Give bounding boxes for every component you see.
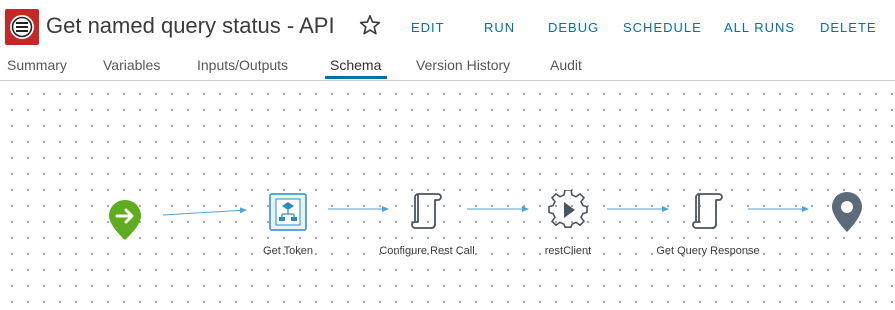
node-label-configure-rest-call: Configure Rest Call <box>379 245 475 257</box>
tab-bar: Summary Variables Inputs/Outputs Schema … <box>0 54 895 81</box>
scroll-icon <box>411 193 442 229</box>
schema-canvas[interactable]: Get Token Configure Rest Call restClient… <box>0 82 895 310</box>
end-node[interactable] <box>830 190 864 234</box>
schedule-button[interactable]: SCHEDULE <box>623 19 702 37</box>
edit-button[interactable]: EDIT <box>411 19 445 37</box>
gear-play-icon <box>548 189 588 228</box>
all-runs-button[interactable]: ALL RUNS <box>724 19 795 37</box>
start-node[interactable] <box>107 198 143 242</box>
tab-version-history[interactable]: Version History <box>416 56 510 74</box>
tab-inputs-outputs[interactable]: Inputs/Outputs <box>197 56 288 74</box>
location-pin-icon <box>832 192 862 232</box>
schema-connectors <box>162 206 809 216</box>
node-configure-rest-call[interactable] <box>408 190 446 230</box>
delete-button[interactable]: DELETE <box>820 19 877 37</box>
workflow-element-icon <box>269 193 307 231</box>
node-get-query-response[interactable] <box>689 190 727 230</box>
connector-start-get-token <box>162 207 247 216</box>
scroll-icon <box>692 193 723 229</box>
node-restclient[interactable] <box>548 189 588 230</box>
header: Get named query status - API EDIT RUN DE… <box>0 0 895 54</box>
tab-schema[interactable]: Schema <box>330 56 381 74</box>
tab-variables[interactable]: Variables <box>103 56 160 74</box>
node-label-restclient: restClient <box>544 245 592 257</box>
run-button[interactable]: RUN <box>484 19 515 37</box>
active-tab-indicator <box>325 76 387 79</box>
tab-summary[interactable]: Summary <box>7 56 67 74</box>
toolbar: EDIT RUN DEBUG SCHEDULE ALL RUNS DELETE <box>0 19 895 37</box>
start-arrow-icon <box>109 200 141 240</box>
tab-audit[interactable]: Audit <box>550 56 582 74</box>
node-label-get-token: Get Token <box>263 245 313 257</box>
node-get-token[interactable] <box>269 193 307 231</box>
debug-button[interactable]: DEBUG <box>548 19 599 37</box>
node-label-get-query-response: Get Query Response <box>656 245 760 257</box>
